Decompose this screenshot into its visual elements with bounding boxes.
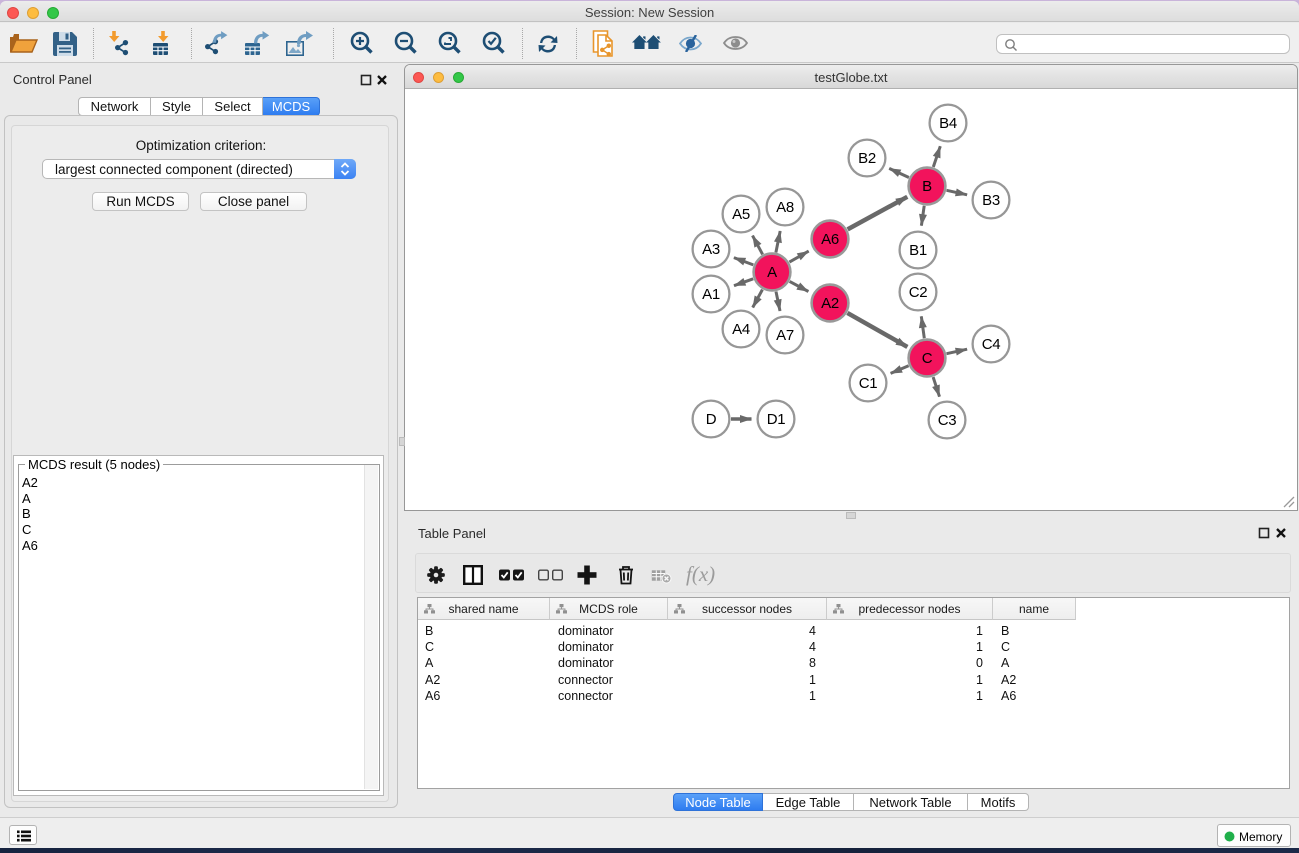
svg-text:C4: C4 [982, 336, 1001, 353]
svg-text:A6: A6 [821, 231, 839, 248]
svg-text:A7: A7 [776, 327, 794, 344]
svg-text:D1: D1 [767, 411, 786, 428]
svg-text:B2: B2 [858, 150, 876, 167]
svg-text:D: D [706, 411, 717, 428]
svg-text:B1: B1 [909, 242, 927, 259]
svg-text:A3: A3 [702, 241, 720, 258]
svg-text:A5: A5 [732, 206, 750, 223]
svg-text:A2: A2 [821, 295, 839, 312]
svg-text:A: A [767, 264, 777, 281]
svg-text:A1: A1 [702, 286, 720, 303]
svg-text:A4: A4 [732, 321, 750, 338]
svg-text:B3: B3 [982, 192, 1000, 209]
svg-text:C: C [922, 350, 933, 367]
svg-text:B4: B4 [939, 115, 957, 132]
svg-text:B: B [922, 178, 932, 195]
svg-text:C3: C3 [938, 412, 957, 429]
svg-text:C2: C2 [909, 284, 928, 301]
svg-text:A8: A8 [776, 199, 794, 216]
svg-text:C1: C1 [859, 375, 878, 392]
